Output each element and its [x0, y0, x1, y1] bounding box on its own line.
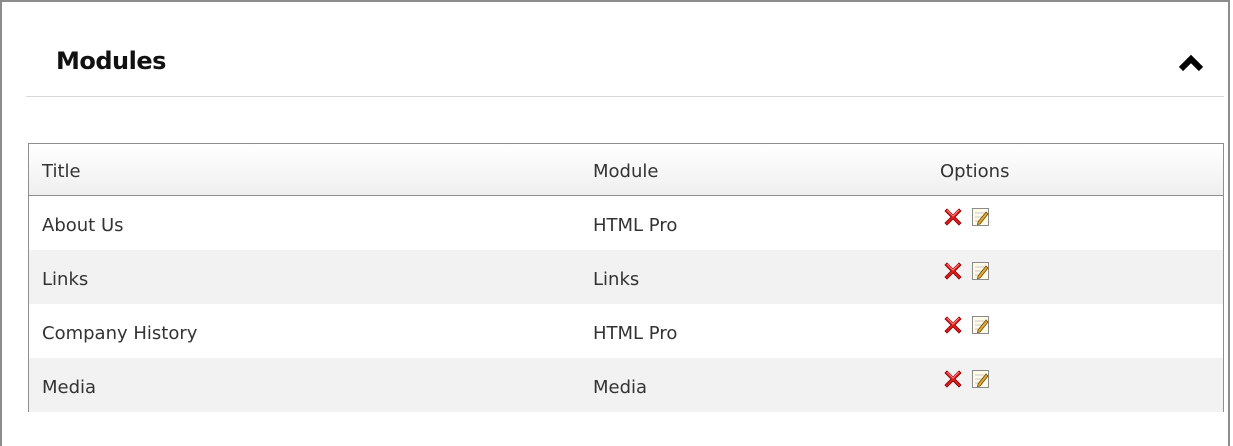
row-module: HTML Pro: [593, 215, 678, 236]
row-title: About Us: [42, 215, 124, 236]
table-row: About Us HTML Pro: [29, 196, 1223, 250]
table-row: Media Media: [29, 358, 1223, 412]
edit-icon[interactable]: [969, 313, 993, 337]
edit-icon[interactable]: [969, 367, 993, 391]
table-header: Title Module Options: [29, 144, 1223, 196]
column-header-title: Title: [42, 161, 81, 182]
modules-table: Title Module Options About Us HTML Pro L…: [28, 143, 1224, 412]
edit-icon[interactable]: [969, 205, 993, 229]
delete-icon[interactable]: [941, 205, 965, 229]
delete-icon[interactable]: [941, 313, 965, 337]
delete-icon[interactable]: [941, 259, 965, 283]
panel-title: Modules: [56, 47, 166, 75]
window-frame: Modules Title Module Options About Us HT…: [0, 0, 1230, 446]
column-header-module: Module: [593, 161, 659, 182]
row-title: Links: [42, 269, 89, 290]
edit-icon[interactable]: [969, 259, 993, 283]
row-module: HTML Pro: [593, 323, 678, 344]
row-options: [941, 259, 993, 283]
column-header-options: Options: [940, 161, 1010, 182]
table-row: Company History HTML Pro: [29, 304, 1223, 358]
row-module: Media: [593, 377, 648, 398]
row-title: Media: [42, 377, 97, 398]
row-module: Links: [593, 269, 640, 290]
delete-icon[interactable]: [941, 367, 965, 391]
row-title: Company History: [42, 323, 198, 344]
table-row: Links Links: [29, 250, 1223, 304]
row-options: [941, 205, 993, 229]
panel-header: Modules: [26, 2, 1224, 97]
row-options: [941, 367, 993, 391]
row-options: [941, 313, 993, 337]
chevron-up-icon[interactable]: [1176, 47, 1206, 77]
